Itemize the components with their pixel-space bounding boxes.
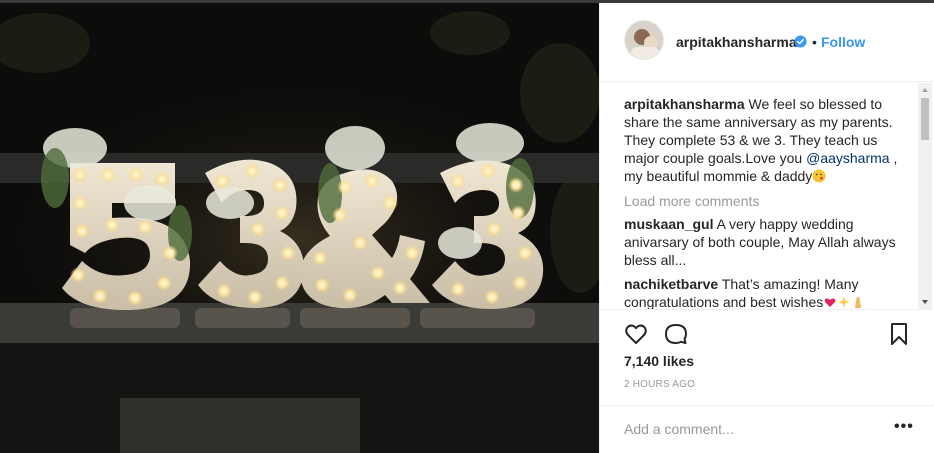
separator-dot: • <box>812 34 817 50</box>
sparkles-emoji-icon <box>838 296 851 308</box>
post-timestamp[interactable]: 2 HOURS AGO <box>624 379 695 390</box>
add-comment-input[interactable] <box>624 420 874 438</box>
scrollbar-thumb[interactable] <box>921 98 929 140</box>
comment-username[interactable]: nachiketbarve <box>624 276 718 292</box>
praying-hands-emoji-icon <box>855 297 862 308</box>
kiss-emoji-icon <box>812 169 826 183</box>
post-photo[interactable] <box>0 3 599 453</box>
caption-username[interactable]: arpitakhansharma <box>624 96 745 112</box>
likes-count[interactable]: 7,140 likes <box>624 353 694 369</box>
comments-scrollbar[interactable] <box>918 83 932 309</box>
verified-badge-icon <box>794 35 807 48</box>
scroll-up-arrow-icon[interactable] <box>918 83 932 97</box>
load-more-comments[interactable]: Load more comments <box>624 192 916 210</box>
follow-button[interactable]: Follow <box>821 34 865 50</box>
comment-icon[interactable] <box>664 322 688 346</box>
avatar-image <box>625 21 663 59</box>
ellipsis-icon[interactable]: ••• <box>894 418 914 436</box>
bookmark-icon[interactable] <box>887 322 911 346</box>
comments-list[interactable]: arpitakhansharma We feel so blessed to s… <box>624 95 916 309</box>
caption: arpitakhansharma We feel so blessed to s… <box>624 95 916 185</box>
post-side-panel: arpitakhansharma • Follow arpitakhanshar… <box>599 3 934 453</box>
heart-sparkle-emoji-icon <box>824 298 836 307</box>
comment-item: muskaan_gul A very happy wedding anivars… <box>624 215 916 269</box>
post-header: arpitakhansharma • Follow <box>600 3 934 82</box>
heart-icon[interactable] <box>624 322 648 346</box>
photo-illustration <box>0 3 599 453</box>
comment-item: nachiketbarve That’s amazing! Many congr… <box>624 275 916 309</box>
post-username[interactable]: arpitakhansharma <box>676 34 797 50</box>
avatar[interactable] <box>624 20 664 60</box>
add-comment-bar: ••• <box>600 405 934 453</box>
comment-username[interactable]: muskaan_gul <box>624 216 713 232</box>
caption-mention[interactable]: @aaysharma <box>806 150 889 166</box>
scroll-down-arrow-icon[interactable] <box>918 295 932 309</box>
action-bar <box>600 309 934 353</box>
